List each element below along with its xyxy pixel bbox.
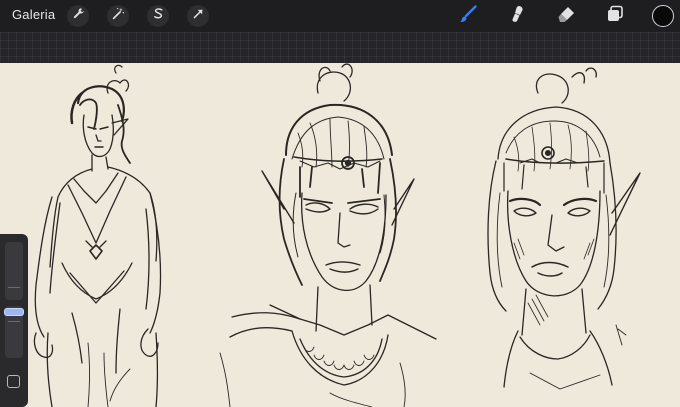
eraser-icon bbox=[557, 4, 577, 29]
sketch-figure-center bbox=[219, 63, 437, 407]
selection-button[interactable] bbox=[147, 5, 169, 27]
smudge-icon bbox=[507, 4, 527, 29]
magic-wand-icon bbox=[112, 7, 125, 25]
layers-icon bbox=[605, 4, 625, 29]
brush-sidebar bbox=[0, 234, 28, 407]
transform-button[interactable] bbox=[187, 5, 209, 27]
brush-button[interactable] bbox=[456, 4, 480, 28]
opacity-slider-thumb[interactable] bbox=[4, 308, 24, 316]
selection-s-icon bbox=[152, 7, 165, 25]
brush-size-slider[interactable] bbox=[5, 242, 23, 300]
arrow-cursor-icon bbox=[192, 7, 205, 25]
layers-button[interactable] bbox=[603, 4, 627, 28]
sketch-figure-right bbox=[487, 67, 641, 390]
top-toolbar: Galeria bbox=[0, 0, 680, 32]
gallery-button[interactable]: Galeria bbox=[12, 7, 55, 22]
adjustments-button[interactable] bbox=[107, 5, 129, 27]
canvas-surround bbox=[0, 32, 680, 63]
wrench-icon bbox=[72, 7, 85, 25]
brush-size-tick bbox=[8, 287, 20, 288]
color-picker-button[interactable] bbox=[652, 5, 674, 27]
smudge-button[interactable] bbox=[505, 4, 529, 28]
actions-button[interactable] bbox=[67, 5, 89, 27]
drawing-canvas[interactable] bbox=[0, 63, 680, 407]
modifier-square-button[interactable] bbox=[7, 375, 20, 388]
eraser-button[interactable] bbox=[555, 4, 579, 28]
opacity-tick bbox=[8, 321, 20, 322]
sketch-figure-left bbox=[33, 64, 162, 407]
procreate-app: Galeria bbox=[0, 0, 680, 407]
sketch-artwork bbox=[33, 63, 641, 407]
brush-icon bbox=[458, 4, 478, 29]
